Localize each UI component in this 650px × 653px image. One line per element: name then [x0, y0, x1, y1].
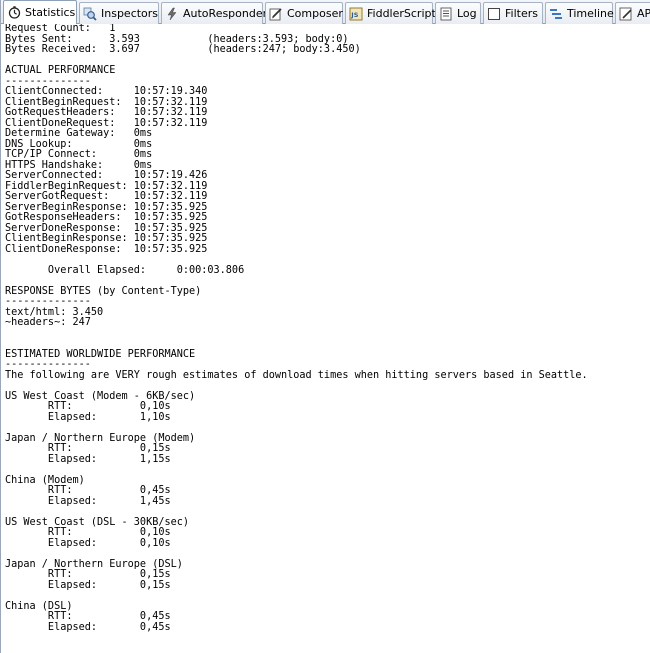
report-line: Request Count: 1 — [5, 24, 116, 34]
tab-label: Log — [457, 6, 477, 20]
report-line: Bytes Received: 3.697 (headers:247; body… — [5, 44, 361, 55]
report-line: Japan / Northern Europe (Modem) — [5, 432, 196, 444]
tab-inspectors[interactable]: Inspectors — [79, 2, 159, 24]
report-line: RTT: 0,45s — [5, 485, 171, 496]
report-line: text/html: 3.450 — [5, 306, 104, 318]
report-line: FiddlerBeginRequest: 10:57:32.119 — [5, 180, 208, 192]
statistics-report-area[interactable]: Request Count: 1 Bytes Sent: 3.593 (head… — [1, 24, 650, 653]
report-line: Japan / Northern Europe (DSL) — [5, 558, 183, 570]
report-line: Elapsed: 1,45s — [5, 495, 171, 507]
report-line: GotResponseHeaders: 10:57:35.925 — [5, 212, 208, 223]
tab-fiddlerscript[interactable]: JS FiddlerScript — [345, 2, 436, 24]
report-line: China (Modem) — [5, 474, 85, 486]
report-line: ClientBeginRequest: 10:57:32.119 — [5, 96, 208, 108]
report-line: Bytes Sent: 3.593 (headers:3.593; body:0… — [5, 33, 349, 45]
log-icon — [439, 7, 453, 21]
report-line: ~headers~: 247 — [5, 317, 91, 328]
report-line: ServerBeginResponse: 10:57:35.925 — [5, 201, 208, 213]
report-line: GotRequestHeaders: 10:57:32.119 — [5, 107, 208, 118]
tab-label: FiddlerScript — [367, 6, 436, 20]
report-line: US West Coast (Modem - 6KB/sec) — [5, 390, 196, 402]
stopwatch-icon — [7, 6, 21, 20]
tab-log[interactable]: Log — [435, 2, 481, 24]
report-line: HTTPS Handshake: 0ms — [5, 159, 153, 171]
report-line: ServerConnected: 10:57:19.426 — [5, 170, 208, 181]
report-line: DNS Lookup: 0ms — [5, 138, 153, 150]
report-line: RESPONSE BYTES (by Content-Type) — [5, 285, 202, 297]
tab-label: Statistics — [25, 5, 76, 19]
tab-label: Timeline — [567, 6, 614, 20]
fiddler-statistics-panel: Statistics Inspectors AutoResponder Comp… — [0, 0, 650, 653]
script-icon: JS — [349, 7, 363, 21]
report-line: ServerDoneResponse: 10:57:35.925 — [5, 222, 208, 234]
report-line: RTT: 0,15s — [5, 443, 171, 454]
tab-bar: Statistics Inspectors AutoResponder Comp… — [1, 0, 650, 24]
lightning-icon — [165, 7, 179, 21]
tab-label: Inspectors — [101, 6, 159, 20]
tab-label: AutoResponder — [183, 6, 268, 20]
magnifier-icon — [83, 7, 97, 21]
report-line: US West Coast (DSL - 30KB/sec) — [5, 516, 190, 528]
tab-label: Filters — [505, 6, 538, 20]
tab-apitest[interactable]: AP — [615, 2, 650, 24]
svg-text:JS: JS — [350, 11, 358, 19]
report-line: Elapsed: 0,15s — [5, 579, 171, 591]
report-line: TCP/IP Connect: 0ms — [5, 149, 153, 160]
report-line: RTT: 0,45s — [5, 611, 171, 622]
timeline-icon — [549, 7, 563, 21]
report-line: Elapsed: 0,45s — [5, 621, 171, 633]
report-line: The following are VERY rough estimates o… — [5, 369, 588, 381]
pen-icon — [619, 7, 633, 21]
statistics-report-text: Request Count: 1 Bytes Sent: 3.593 (head… — [1, 24, 650, 633]
tab-timeline[interactable]: Timeline — [545, 2, 614, 24]
report-line: Determine Gateway: 0ms — [5, 128, 153, 139]
report-line: ClientDoneRequest: 10:57:32.119 — [5, 117, 208, 129]
tab-filters[interactable]: Filters — [483, 2, 543, 24]
report-line: -------------- — [5, 359, 91, 370]
report-line: Elapsed: 1,10s — [5, 411, 171, 423]
report-line: RTT: 0,10s — [5, 527, 171, 538]
report-line: Overall Elapsed: 0:00:03.806 — [5, 264, 245, 276]
report-line: ServerGotRequest: 10:57:32.119 — [5, 191, 208, 202]
report-line: Elapsed: 1,15s — [5, 453, 171, 465]
report-line: ClientBeginResponse: 10:57:35.925 — [5, 233, 208, 244]
tab-label: AP — [637, 6, 650, 20]
report-line: Elapsed: 0,10s — [5, 537, 171, 549]
report-line: ESTIMATED WORLDWIDE PERFORMANCE — [5, 348, 196, 360]
report-line: RTT: 0,15s — [5, 569, 171, 580]
tab-autoresponder[interactable]: AutoResponder — [161, 2, 267, 24]
checkbox-icon — [487, 7, 501, 21]
report-line: -------------- — [5, 296, 91, 307]
tab-label: Composer — [287, 6, 343, 20]
report-line: ClientDoneResponse: 10:57:35.925 — [5, 243, 208, 255]
report-line: -------------- — [5, 75, 91, 87]
report-line: ClientConnected: 10:57:19.340 — [5, 86, 208, 97]
pencil-icon — [269, 7, 283, 21]
report-line: ACTUAL PERFORMANCE — [5, 65, 116, 76]
report-line: China (DSL) — [5, 600, 73, 612]
report-line: RTT: 0,10s — [5, 401, 171, 412]
tab-statistics[interactable]: Statistics — [3, 0, 77, 24]
tab-composer[interactable]: Composer — [265, 2, 343, 24]
